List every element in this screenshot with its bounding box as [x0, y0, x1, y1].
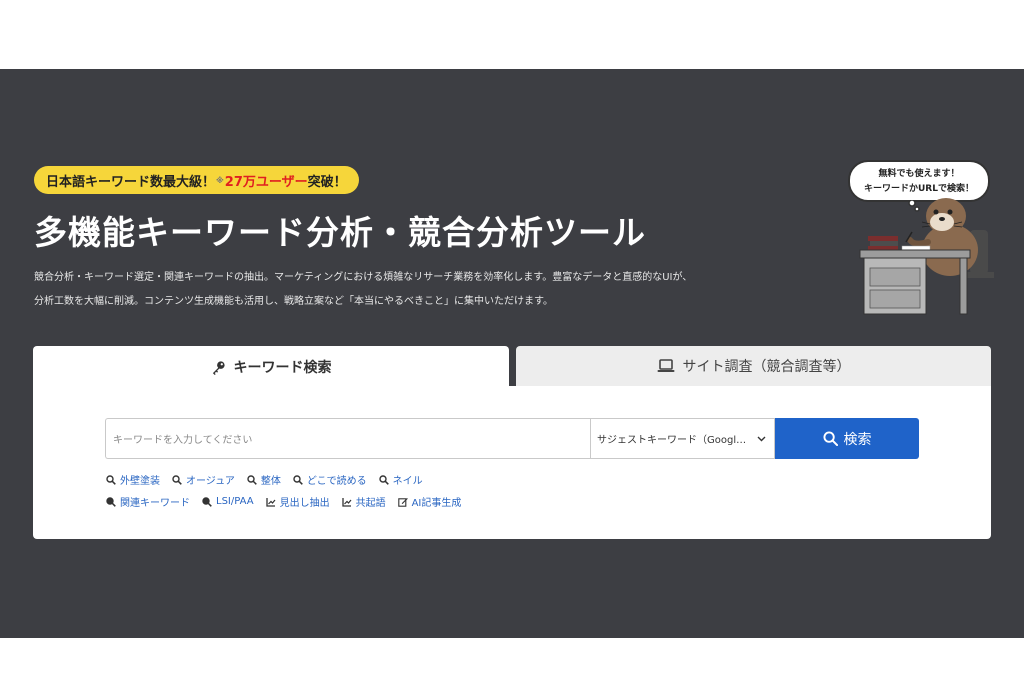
quick-link-seitai[interactable]: 整体	[247, 472, 281, 487]
promo-badge: 日本語キーワード数最大級！ ※ 27万ユーザー 突破！	[34, 166, 359, 194]
hero-description: 競合分析・キーワード選定・関連キーワードの抽出。マーケティングにおける煩雑なリサ…	[34, 266, 794, 314]
quick-link-label: どこで読める	[306, 476, 367, 487]
bubble-line-1: 無料でも使えます！	[878, 169, 960, 179]
bottom-band	[0, 638, 1024, 689]
quick-link-gaiheki[interactable]: 外壁塗装	[106, 472, 160, 487]
tool-link-related-keywords[interactable]: 関連キーワード	[106, 494, 190, 509]
badge-text: 日本語キーワード数最大級！	[46, 174, 216, 190]
search-button-label: 検索	[843, 431, 872, 448]
tool-link-ai-article[interactable]: AI記事生成	[397, 494, 462, 509]
laptop-icon	[657, 359, 674, 372]
badge-highlight: 27万ユーザー	[224, 174, 308, 190]
search-icon	[172, 474, 182, 485]
search-type-value: サジェストキーワード（Googl…	[597, 435, 747, 446]
tool-links: 関連キーワード LSI/PAA 見出し抽出 共起語 AI記事生成	[106, 494, 461, 509]
tab-keyword-search[interactable]: キーワード検索	[33, 346, 509, 388]
page-title: 多機能キーワード分析・競合分析ツール	[34, 213, 646, 252]
hero-description-line-1: 競合分析・キーワード選定・関連キーワードの抽出。マーケティングにおける煩雑なリサ…	[34, 272, 693, 283]
chevron-down-icon	[757, 436, 766, 441]
keyword-search-input[interactable]: キーワードを入力してください	[105, 418, 590, 459]
tool-link-label: 見出し抽出	[279, 498, 330, 509]
search-icon	[106, 496, 116, 507]
search-icon	[247, 474, 257, 485]
badge-text-end: 突破！	[307, 174, 347, 190]
badge-note-mark: ※	[216, 175, 224, 185]
tab-keyword-search-label: キーワード検索	[233, 360, 332, 376]
tool-link-label: 共起語	[355, 498, 386, 509]
search-icon	[822, 431, 838, 446]
otter-mascot-icon	[859, 198, 994, 315]
quick-link-nail[interactable]: ネイル	[378, 472, 423, 487]
tab-site-research[interactable]: サイト調査（競合調査等）	[516, 346, 991, 386]
suggested-keywords: 外壁塗装 オージュア 整体 どこで読める ネイル	[106, 472, 423, 487]
chart-icon	[265, 497, 276, 507]
quick-link-label: 整体	[260, 476, 281, 487]
tool-link-lsi-paa[interactable]: LSI/PAA	[202, 494, 254, 509]
key-icon	[212, 360, 225, 375]
hero-description-line-2: 分析工数を大幅に削減。コンテンツ生成機能も活用し、戦略立案など「本当にやるべきこ…	[34, 296, 553, 307]
top-band	[0, 0, 1024, 69]
tool-link-label: AI記事生成	[411, 498, 462, 509]
search-icon	[293, 474, 303, 485]
tool-link-heading-extract[interactable]: 見出し抽出	[265, 494, 330, 509]
chart-icon	[341, 497, 352, 507]
search-bar: キーワードを入力してください サジェストキーワード（Googl… 検索	[105, 418, 919, 459]
tool-link-label: LSI/PAA	[216, 496, 254, 507]
quick-link-label: オージュア	[186, 476, 235, 487]
quick-link-label: ネイル	[392, 476, 423, 487]
edit-icon	[397, 497, 408, 507]
search-panel	[33, 386, 991, 539]
quick-link-label: 外壁塗装	[120, 476, 160, 487]
search-type-select[interactable]: サジェストキーワード（Googl…	[590, 418, 775, 459]
tool-link-label: 関連キーワード	[120, 498, 190, 509]
search-icon	[202, 496, 212, 507]
quick-link-dokode[interactable]: どこで読める	[293, 472, 367, 487]
search-icon	[378, 474, 389, 485]
search-button[interactable]: 検索	[775, 418, 919, 459]
search-icon	[106, 474, 116, 485]
tab-site-research-label: サイト調査（競合調査等）	[682, 359, 851, 375]
tool-link-cooccurrence[interactable]: 共起語	[341, 494, 386, 509]
quick-link-aujua[interactable]: オージュア	[172, 472, 235, 487]
